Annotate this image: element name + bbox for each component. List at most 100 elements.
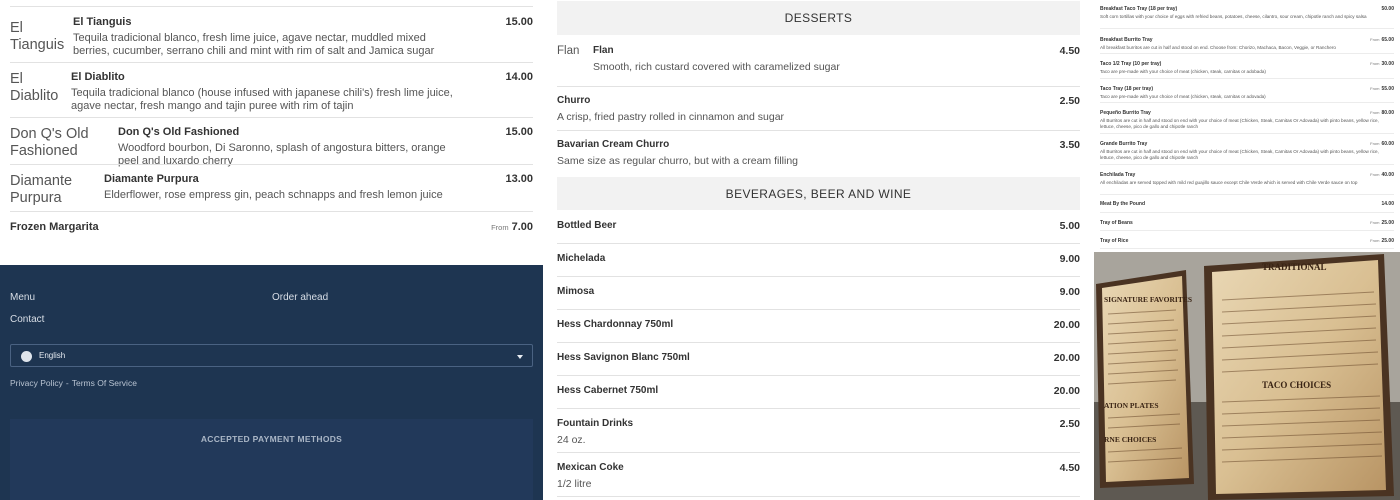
- list-item[interactable]: Hess Chardonnay 750ml 20.00: [557, 309, 1080, 342]
- item-price: 3.50: [1059, 139, 1080, 151]
- item-image: El Tianguis: [10, 20, 65, 53]
- item-price: 2.50: [1059, 95, 1080, 107]
- list-item[interactable]: Breakfast Burrito Tray All breakfast bur…: [1100, 29, 1394, 54]
- globe-icon: [21, 351, 32, 362]
- list-item[interactable]: Meat By the Pound 14.00: [1100, 195, 1394, 213]
- menu-board-photo: TRADITIONAL SIGNATURE FAVORITES TACO CHO…: [1094, 252, 1400, 500]
- terms-of-service-link[interactable]: Terms Of Service: [72, 378, 137, 388]
- item-description: Tequila tradicional blanco (house infuse…: [71, 87, 453, 112]
- price-value: 80.00: [1381, 110, 1394, 116]
- item-price: 9.00: [1059, 253, 1080, 265]
- item-price: From 30.00: [1370, 61, 1394, 67]
- item-name: Breakfast Taco Tray (18 per tray): [1100, 6, 1178, 12]
- item-price: 9.00: [1059, 286, 1080, 298]
- item-price: 20.00: [1053, 352, 1080, 364]
- footer-link-menu[interactable]: Menu: [10, 292, 35, 303]
- from-label: From: [1370, 86, 1380, 91]
- price-value: 65.00: [1381, 37, 1394, 43]
- item-price: 20.00: [1053, 385, 1080, 397]
- list-item[interactable]: El Tianguis El Tianguis Tequila tradicio…: [10, 6, 533, 62]
- from-label: From: [1370, 220, 1380, 225]
- item-price: 5.00: [1059, 220, 1080, 232]
- list-item[interactable]: Fountain Drinks 24 oz. 2.50: [557, 408, 1080, 452]
- item-name: Fountain Drinks: [557, 418, 634, 429]
- chevron-down-icon: [517, 355, 523, 359]
- item-description: All Burritos are cut in half and stood o…: [1100, 118, 1379, 129]
- item-price: From 80.00: [1370, 110, 1394, 116]
- price-value: 40.00: [1381, 172, 1394, 178]
- language-label: English: [39, 351, 66, 360]
- from-label: From: [1370, 110, 1380, 115]
- item-name: Tray of Beans: [1100, 220, 1133, 226]
- from-label: From: [1370, 238, 1380, 243]
- list-item[interactable]: Bottled Beer 5.00: [557, 210, 1080, 243]
- list-item[interactable]: Pequeño Burrito Tray All Burritos are cu…: [1100, 103, 1394, 134]
- item-name: El Tianguis: [73, 16, 132, 28]
- list-item[interactable]: Don Q's Old Fashioned Don Q's Old Fashio…: [10, 117, 533, 167]
- list-item[interactable]: Breakfast Taco Tray (18 per tray) Soft c…: [1100, 0, 1394, 29]
- item-description: Soft corn tortillas with your choice of …: [1100, 14, 1367, 19]
- list-item[interactable]: Diamante Purpura Diamante Purpura Elderf…: [10, 164, 533, 211]
- item-name: Frozen Margarita: [10, 221, 99, 233]
- item-name: El Diablito: [71, 71, 125, 83]
- item-name: Mimosa: [557, 286, 595, 297]
- footer-link-contact[interactable]: Contact: [10, 314, 44, 325]
- list-item[interactable]: Flan Flan Smooth, rich custard covered w…: [557, 39, 1080, 86]
- item-price: From 65.00: [1370, 37, 1394, 43]
- item-price: 50.00: [1381, 6, 1394, 12]
- board-heading: TACO CHOICES: [1262, 380, 1331, 390]
- list-item[interactable]: Taco 1/2 Tray (10 per tray) Taco are pre…: [1100, 54, 1394, 79]
- item-name: Diamante Purpura: [104, 173, 199, 185]
- item-description: Taco are pre-made with your choice of me…: [1100, 94, 1266, 99]
- list-item[interactable]: Mimosa 9.00: [557, 276, 1080, 309]
- board-heading: ATION PLATES: [1104, 401, 1159, 410]
- menu-board-illustration: TRADITIONAL SIGNATURE FAVORITES TACO CHO…: [1094, 252, 1400, 500]
- list-item[interactable]: El Diablito El Diablito Tequila tradicio…: [10, 62, 533, 117]
- list-item[interactable]: Tray of Beans From 25.00: [1100, 213, 1394, 231]
- list-item[interactable]: Hess Savignon Blanc 750ml 20.00: [557, 342, 1080, 375]
- item-price: 20.00: [1053, 319, 1080, 331]
- privacy-policy-link[interactable]: Privacy Policy: [10, 378, 63, 388]
- item-description: Same size as regular churro, but with a …: [557, 155, 799, 167]
- item-price: 13.00: [505, 173, 533, 185]
- separator: -: [65, 378, 69, 388]
- item-image: Don Q's Old Fashioned: [10, 126, 89, 159]
- item-price: 15.00: [505, 16, 533, 28]
- list-item[interactable]: Mexican Coke 1/2 litre 4.50: [557, 452, 1080, 497]
- list-item[interactable]: Hess Cabernet 750ml 20.00: [557, 375, 1080, 408]
- from-label: From: [1370, 141, 1380, 146]
- item-name: Grande Burrito Tray: [1100, 141, 1148, 147]
- item-name: Taco Tray (18 per tray): [1100, 86, 1153, 92]
- list-item[interactable]: Churro A crisp, fried pastry rolled in c…: [557, 86, 1080, 130]
- footer-link-order-ahead[interactable]: Order ahead: [272, 292, 328, 303]
- item-description: Elderflower, rose empress gin, peach sch…: [104, 189, 443, 201]
- desserts-beverages-column: DESSERTS Flan Flan Smooth, rich custard …: [543, 0, 1094, 500]
- item-name: Tray of Rice: [1100, 238, 1129, 244]
- list-item[interactable]: Grande Burrito Tray All Burritos are cut…: [1100, 134, 1394, 165]
- item-name: Churro: [557, 95, 591, 106]
- list-item[interactable]: Tray of Rice From 25.00: [1100, 231, 1394, 249]
- page: El Tianguis El Tianguis Tequila tradicio…: [0, 0, 1400, 500]
- item-price: 2.50: [1059, 418, 1080, 430]
- list-item[interactable]: Michelada 9.00: [557, 243, 1080, 276]
- from-label: From: [1370, 37, 1380, 42]
- section-header-desserts: DESSERTS: [557, 1, 1080, 35]
- item-description: All Burritos are cut in half and stood o…: [1100, 149, 1379, 160]
- list-item[interactable]: Frozen Margarita From 7.00: [10, 211, 533, 241]
- item-name: Pequeño Burrito Tray: [1100, 110, 1151, 116]
- item-name: Michelada: [557, 253, 606, 264]
- item-image: El Diablito: [10, 71, 59, 104]
- price-value: 7.00: [511, 221, 533, 233]
- price-value: 25.00: [1381, 238, 1394, 244]
- item-description: A crisp, fried pastry rolled in cinnamon…: [557, 111, 785, 123]
- price-value: 60.00: [1381, 141, 1394, 147]
- list-item[interactable]: Enchilada Tray All enchiladas are served…: [1100, 165, 1394, 195]
- cocktail-list: El Tianguis El Tianguis Tequila tradicio…: [0, 6, 543, 241]
- item-description: 24 oz.: [557, 434, 586, 446]
- item-price: From 40.00: [1370, 172, 1394, 178]
- list-item[interactable]: Taco Tray (18 per tray) Taco are pre-mad…: [1100, 79, 1394, 103]
- item-description: Tequila tradicional blanco, fresh lime j…: [73, 32, 435, 57]
- list-item[interactable]: Bavarian Cream Churro Same size as regul…: [557, 130, 1080, 177]
- language-select[interactable]: English: [10, 344, 533, 367]
- item-name: Mexican Coke: [557, 462, 624, 473]
